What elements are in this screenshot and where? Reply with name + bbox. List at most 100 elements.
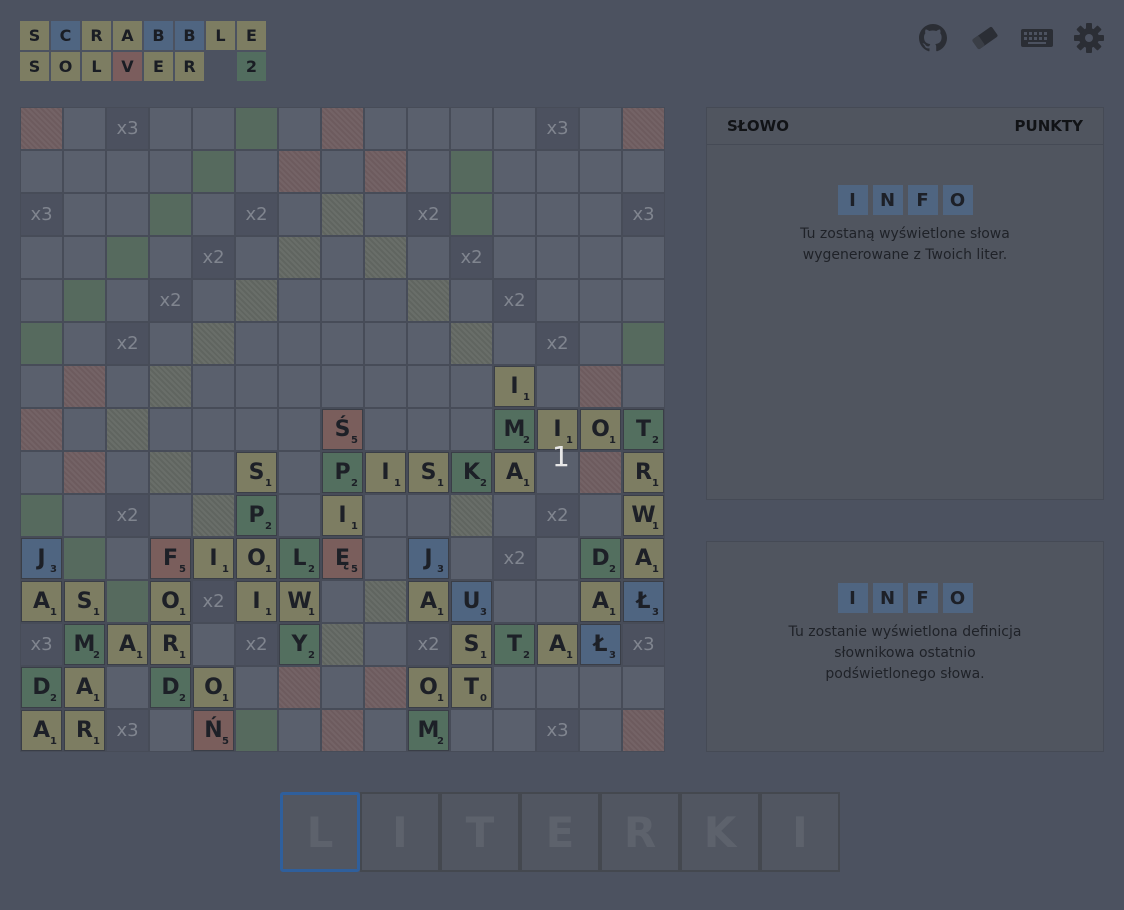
board-cell[interactable]: T2 xyxy=(493,623,536,666)
board-cell[interactable]: W1 xyxy=(622,494,665,537)
board-cell[interactable] xyxy=(106,451,149,494)
board-cell[interactable]: S1 xyxy=(63,580,106,623)
letter-tile[interactable]: A1 xyxy=(580,581,621,622)
board-cell[interactable] xyxy=(364,623,407,666)
board-cell[interactable] xyxy=(493,494,536,537)
board-cell[interactable] xyxy=(192,107,235,150)
letter-input-tile[interactable]: L xyxy=(280,792,360,872)
board-cell[interactable] xyxy=(364,666,407,709)
board-cell[interactable] xyxy=(364,150,407,193)
letter-tile[interactable]: J3 xyxy=(408,538,449,579)
board-cell[interactable] xyxy=(106,193,149,236)
board-cell[interactable]: M2 xyxy=(493,408,536,451)
board-cell[interactable]: x2 xyxy=(235,623,278,666)
board-cell[interactable]: S1 xyxy=(407,451,450,494)
letter-tile[interactable]: J3 xyxy=(21,538,62,579)
letter-tile[interactable]: A1 xyxy=(64,667,105,708)
board-cell[interactable]: S1 xyxy=(235,451,278,494)
board-cell[interactable] xyxy=(493,107,536,150)
board-cell[interactable] xyxy=(149,494,192,537)
board-cell[interactable] xyxy=(622,666,665,709)
board-cell[interactable]: P2 xyxy=(235,494,278,537)
board-cell[interactable] xyxy=(364,537,407,580)
board-cell[interactable]: O1 xyxy=(192,666,235,709)
board-cell[interactable] xyxy=(622,279,665,322)
board-cell[interactable] xyxy=(278,193,321,236)
board-cell[interactable] xyxy=(493,193,536,236)
board-cell[interactable] xyxy=(579,709,622,752)
board-cell[interactable] xyxy=(493,580,536,623)
board-cell[interactable] xyxy=(235,408,278,451)
letter-tile[interactable]: T2 xyxy=(623,409,664,450)
board-cell[interactable] xyxy=(450,494,493,537)
board-cell[interactable] xyxy=(106,408,149,451)
board-cell[interactable] xyxy=(235,150,278,193)
board-cell[interactable]: D2 xyxy=(579,537,622,580)
board-cell[interactable]: S1 xyxy=(450,623,493,666)
board-cell[interactable] xyxy=(579,666,622,709)
board-cell[interactable]: U3 xyxy=(450,580,493,623)
board-cell[interactable] xyxy=(149,193,192,236)
letter-tile[interactable]: O1 xyxy=(408,667,449,708)
letter-tile[interactable]: Ł3 xyxy=(580,624,621,665)
board-cell[interactable] xyxy=(63,322,106,365)
letter-tile[interactable]: R1 xyxy=(150,624,191,665)
board-cell[interactable] xyxy=(579,150,622,193)
board-cell[interactable] xyxy=(407,408,450,451)
board-cell[interactable] xyxy=(321,150,364,193)
board-cell[interactable]: M2 xyxy=(63,623,106,666)
letter-tile[interactable]: Ę5 xyxy=(322,538,363,579)
letter-tile[interactable]: A1 xyxy=(107,624,148,665)
board-cell[interactable]: A1 xyxy=(20,709,63,752)
letter-tile[interactable]: Ń5 xyxy=(193,710,234,751)
board-cell[interactable] xyxy=(364,236,407,279)
board-cell[interactable] xyxy=(20,322,63,365)
board-cell[interactable] xyxy=(278,451,321,494)
board-cell[interactable]: x2 xyxy=(493,537,536,580)
board-cell[interactable] xyxy=(579,451,622,494)
board-cell[interactable]: M2 xyxy=(407,709,450,752)
board-cell[interactable] xyxy=(235,365,278,408)
board-cell[interactable] xyxy=(106,279,149,322)
board-cell[interactable]: A1 xyxy=(579,580,622,623)
board-cell[interactable] xyxy=(20,150,63,193)
board-cell[interactable] xyxy=(63,236,106,279)
letter-tile[interactable]: D2 xyxy=(580,538,621,579)
board-cell[interactable] xyxy=(192,322,235,365)
board-cell[interactable] xyxy=(579,365,622,408)
board-cell[interactable] xyxy=(63,408,106,451)
letter-tile[interactable]: A1 xyxy=(21,581,62,622)
board-cell[interactable]: x3 xyxy=(536,709,579,752)
board-cell[interactable] xyxy=(321,580,364,623)
board-cell[interactable]: T0 xyxy=(450,666,493,709)
board-cell[interactable]: D2 xyxy=(149,666,192,709)
board-cell[interactable]: Ń5 xyxy=(192,709,235,752)
board-cell[interactable] xyxy=(278,107,321,150)
board-cell[interactable] xyxy=(536,537,579,580)
letter-input-tile[interactable]: K xyxy=(680,792,760,872)
board-cell[interactable] xyxy=(407,150,450,193)
letter-tile[interactable]: A1 xyxy=(494,452,535,493)
board-cell[interactable]: F5 xyxy=(149,537,192,580)
board-cell[interactable]: Ł3 xyxy=(622,580,665,623)
board-cell[interactable] xyxy=(493,666,536,709)
letter-tile[interactable]: M2 xyxy=(494,409,535,450)
board-cell[interactable] xyxy=(106,666,149,709)
board-cell[interactable] xyxy=(149,365,192,408)
board-cell[interactable] xyxy=(407,494,450,537)
letter-tile[interactable]: A1 xyxy=(21,710,62,751)
board-cell[interactable] xyxy=(622,107,665,150)
board-cell[interactable]: D2 xyxy=(20,666,63,709)
letter-tile[interactable]: O1 xyxy=(193,667,234,708)
keyboard-icon[interactable] xyxy=(1019,20,1054,55)
board-cell[interactable] xyxy=(321,322,364,365)
board-cell[interactable] xyxy=(192,451,235,494)
board-cell[interactable]: x3 xyxy=(106,709,149,752)
board-cell[interactable] xyxy=(20,107,63,150)
board-cell[interactable] xyxy=(278,236,321,279)
letter-tile[interactable]: U3 xyxy=(451,581,492,622)
letter-tile[interactable]: F5 xyxy=(150,538,191,579)
letter-input-tile[interactable]: E xyxy=(520,792,600,872)
board-cell[interactable] xyxy=(364,193,407,236)
board-cell[interactable] xyxy=(364,107,407,150)
